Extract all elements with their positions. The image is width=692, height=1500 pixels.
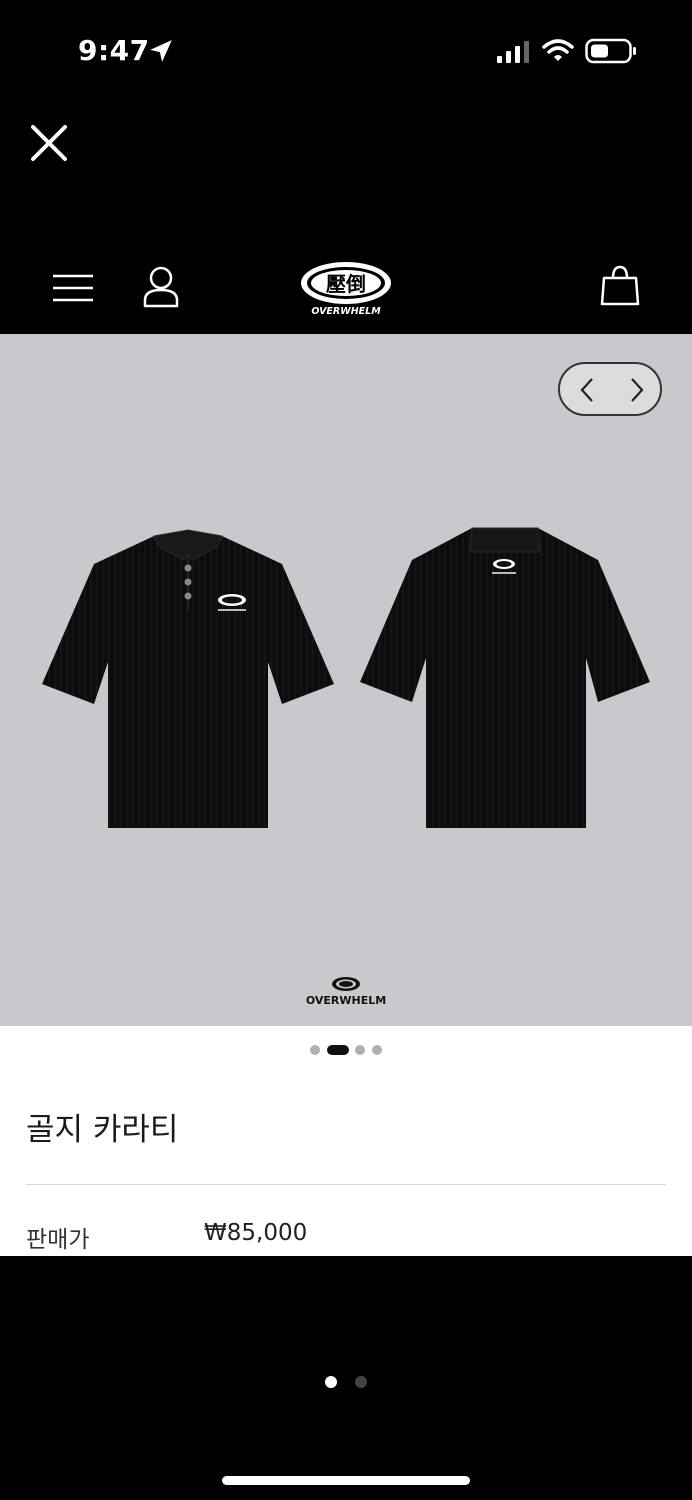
- wifi-icon: [542, 39, 574, 61]
- status-bar: 9:47: [0, 0, 692, 100]
- divider: [26, 1184, 666, 1185]
- svg-text:OVERWHELM: OVERWHELM: [306, 994, 386, 1007]
- battery-icon: [585, 38, 636, 64]
- price-label: 판매가: [26, 1227, 90, 1253]
- svg-text:OVERWHELM: OVERWHELM: [311, 306, 381, 317]
- slide-dot[interactable]: [372, 1045, 382, 1055]
- home-indicator[interactable]: [222, 1476, 470, 1485]
- polo-shirt-front-image: [42, 529, 334, 828]
- status-time: 9:47: [78, 34, 150, 67]
- slide-dot[interactable]: [355, 1045, 365, 1055]
- slide-indicator: [0, 1042, 692, 1056]
- price-value: ₩85,000: [204, 1220, 308, 1246]
- product-info-panel: 골지 카라티 판매가 ₩85,000: [0, 1026, 692, 1256]
- close-icon[interactable]: [28, 122, 70, 164]
- slide-dot[interactable]: [310, 1045, 320, 1055]
- chevron-right-icon[interactable]: [622, 376, 650, 404]
- chevron-left-icon[interactable]: [574, 376, 602, 404]
- svg-text:壓倒: 壓倒: [326, 272, 366, 296]
- page-dot[interactable]: [355, 1376, 367, 1388]
- carousel-controls: [558, 362, 662, 416]
- brand-logo[interactable]: 壓倒 OVERWHELM: [296, 258, 396, 318]
- watermark-logo: OVERWHELM: [306, 977, 386, 1007]
- location-arrow-icon: [150, 40, 172, 62]
- page-dot-active[interactable]: [325, 1376, 337, 1388]
- cellular-signal-icon: [497, 41, 529, 63]
- slide-dot-active[interactable]: [327, 1045, 349, 1055]
- shopping-bag-icon[interactable]: [600, 264, 640, 306]
- polo-shirt-back-image: [360, 527, 650, 828]
- hamburger-menu-icon[interactable]: [52, 272, 94, 304]
- product-name: 골지 카라티: [26, 1112, 179, 1148]
- user-icon[interactable]: [142, 266, 180, 308]
- page-indicator: [0, 1376, 692, 1390]
- product-image-carousel[interactable]: OVERWHELM: [0, 334, 692, 1026]
